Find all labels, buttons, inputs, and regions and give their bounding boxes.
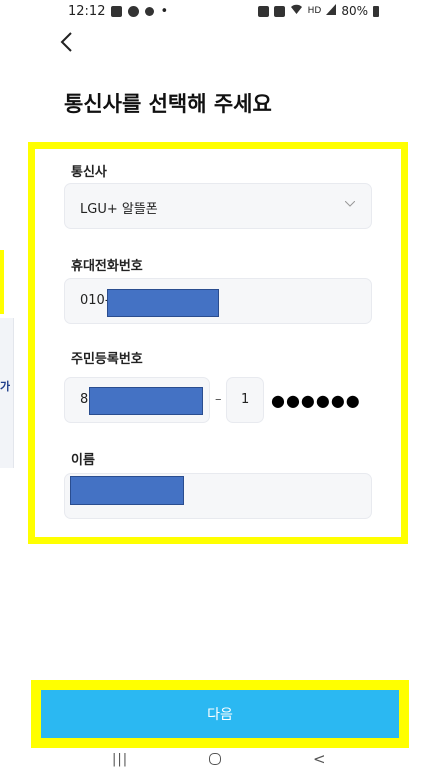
chat-icon [128,6,140,17]
status-left: 12:12 • [68,4,168,19]
rrn-label: 주민등록번호 [71,352,143,367]
accessibility-icon [145,7,155,16]
form-panel: 통신사 LGU+ 알뜰폰 휴대전화번호 010- 주민등록번호 8 – 1 ●●… [28,142,408,544]
signal-label: HD [307,6,322,16]
next-button[interactable]: 다음 [41,690,399,738]
side-panel: 가 [0,318,14,468]
phone-redaction [107,289,219,317]
chevron-left-icon [60,32,72,52]
rrn-back-first-field[interactable]: 1 [226,377,264,423]
side-panel-text: 가 [0,380,11,393]
battery-text: 80% [341,4,368,18]
gallery-icon [111,6,123,17]
status-right: HD 80% [257,4,379,18]
rrn-back-first: 1 [241,392,250,407]
alarm-icon [257,5,269,17]
chevron-down-icon [345,201,355,207]
phone-prefix: 010- [80,293,110,308]
wifi-icon [290,4,303,18]
clock: 12:12 [68,4,106,19]
rrn-front-prefix: 8 [80,392,89,407]
name-field[interactable] [64,473,372,519]
rrn-front-redaction [89,387,203,415]
rrn-front-field[interactable]: 8 [64,377,210,423]
more-dot: • [160,4,169,19]
next-button-highlight: 다음 [31,680,409,748]
status-bar: 12:12 • HD 80% [0,0,447,26]
back-button[interactable] [58,30,88,60]
system-nav-bar: ||| < [0,748,447,770]
highlight-edge [0,250,4,314]
page-title: 통신사를 선택해 주세요 [64,92,272,116]
phone-label: 휴대전화번호 [71,259,143,274]
mute-icon [273,5,285,17]
carrier-select[interactable]: LGU+ 알뜰폰 [64,183,372,229]
phone-field[interactable]: 010- [64,278,372,324]
name-label: 이름 [71,453,95,468]
recent-apps-button[interactable]: ||| [112,752,128,767]
carrier-value: LGU+ 알뜰폰 [80,202,158,217]
system-back-button[interactable]: < [313,750,326,768]
carrier-label: 통신사 [71,165,107,180]
signal-icon [326,4,337,18]
battery-icon [373,5,379,17]
name-redaction [70,476,184,505]
home-button[interactable] [209,753,221,765]
rrn-separator: – [215,392,222,407]
rrn-mask: ●●●●●● [271,391,361,410]
